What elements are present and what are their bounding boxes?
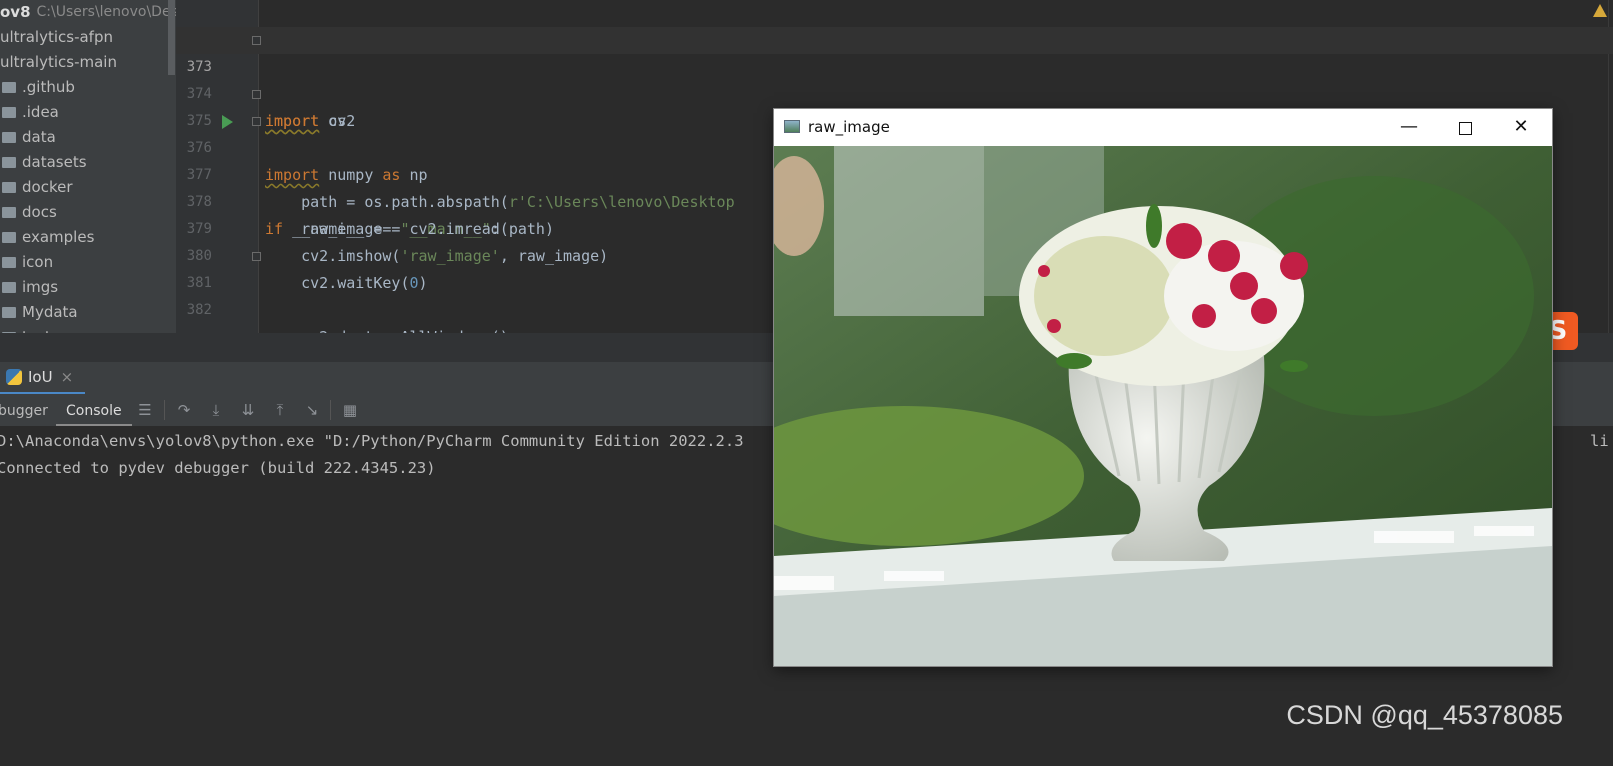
tab-label: IoU: [28, 368, 53, 386]
step-into-my-code-icon[interactable]: ⇊: [240, 402, 256, 418]
project-tree-item[interactable]: docker: [0, 175, 176, 200]
menu-icon[interactable]: ☰: [137, 402, 153, 418]
project-tree-item[interactable]: ultralytics-main: [0, 50, 176, 75]
folder-icon: [2, 132, 16, 143]
step-over-icon[interactable]: ↷: [176, 402, 192, 418]
folder-icon: [2, 82, 16, 93]
folder-icon: [2, 307, 16, 318]
tree-scrollbar[interactable]: [168, 0, 175, 75]
line-number: 382: [186, 302, 212, 318]
maximize-icon: [1459, 122, 1472, 135]
code-line: 372: [176, 0, 1613, 48]
close-tab-icon[interactable]: ×: [61, 368, 74, 386]
project-tree-item-label: ultralytics-main: [0, 53, 117, 71]
tab-console[interactable]: Console: [56, 394, 132, 426]
project-tree-item[interactable]: data: [0, 125, 176, 150]
project-tree-item[interactable]: icon: [0, 250, 176, 275]
project-tree-item-label: data: [22, 128, 56, 146]
project-tree-item-label: imgs: [22, 278, 59, 296]
run-icon[interactable]: [222, 115, 233, 129]
folder-icon: [2, 207, 16, 218]
console-line: D:\Anaconda\envs\yolov8\python.exe "D:/P…: [0, 432, 744, 450]
folder-icon: [2, 257, 16, 268]
maximize-button[interactable]: [1442, 109, 1488, 146]
csdn-watermark: CSDN @qq_45378085: [1286, 700, 1563, 730]
project-tree: ov8 C:\Users\lenovo\Des ultralytics-afpn…: [0, 0, 176, 370]
flower-vase-photo: [774, 146, 1552, 666]
image-window[interactable]: raw_image — ✕: [774, 109, 1552, 666]
console-line: Connected to pydev debugger (build 222.4…: [0, 459, 436, 477]
step-into-icon[interactable]: ⤓: [208, 402, 224, 418]
project-root-name: ov8: [0, 3, 31, 21]
project-tree-item-label: .idea: [22, 103, 59, 121]
project-tree-item[interactable]: docs: [0, 200, 176, 225]
folder-icon: [2, 182, 16, 193]
project-tree-item-label: examples: [22, 228, 95, 246]
project-tree-item-label: icon: [22, 253, 54, 271]
code-line: 375 import numpy as np: [176, 81, 1613, 184]
project-tree-item[interactable]: ultralytics-afpn: [0, 25, 176, 50]
python-icon: [6, 369, 22, 385]
folder-icon: [2, 157, 16, 168]
minimize-button[interactable]: —: [1386, 109, 1432, 146]
fold-icon[interactable]: [252, 117, 261, 126]
fold-icon[interactable]: [252, 252, 261, 261]
project-tree-item[interactable]: imgs: [0, 275, 176, 300]
window-app-icon: [784, 120, 800, 133]
tab-debugger[interactable]: bugger: [0, 394, 48, 426]
evaluate-expression-icon[interactable]: ▦: [342, 402, 358, 418]
project-root-path: C:\Users\lenovo\Des: [36, 4, 176, 20]
folder-icon: [2, 232, 16, 243]
console-line-overflow: li: [1590, 432, 1609, 450]
image-window-titlebar[interactable]: raw_image — ✕: [774, 109, 1552, 146]
project-tree-item[interactable]: datasets: [0, 150, 176, 175]
project-tree-item-label: docker: [22, 178, 73, 196]
project-tree-item[interactable]: .idea: [0, 100, 176, 125]
project-tree-item[interactable]: .github: [0, 75, 176, 100]
run-to-cursor-icon[interactable]: ↘: [304, 402, 320, 418]
project-tree-item-label: Mydata: [22, 303, 78, 321]
project-tree-item[interactable]: Mydata: [0, 300, 176, 325]
project-tree-item[interactable]: examples: [0, 225, 176, 250]
project-tree-item-label: .github: [22, 78, 75, 96]
folder-icon: [2, 107, 16, 118]
folder-icon: [2, 282, 16, 293]
window-title: raw_image: [808, 118, 890, 136]
project-tree-item-label: datasets: [22, 153, 87, 171]
code-line-current: 373 import cv2: [176, 27, 1613, 130]
fold-icon[interactable]: [252, 90, 261, 99]
step-out-icon[interactable]: ⤒: [272, 402, 288, 418]
tab-iou[interactable]: IoU ×: [0, 362, 86, 394]
project-root[interactable]: ov8 C:\Users\lenovo\Des: [0, 0, 176, 25]
close-button[interactable]: ✕: [1498, 109, 1544, 146]
project-tree-item-label: docs: [22, 203, 57, 221]
fold-icon[interactable]: [252, 36, 261, 45]
project-tree-item-label: ultralytics-afpn: [0, 28, 113, 46]
code-line: 374 import os: [176, 54, 1613, 130]
